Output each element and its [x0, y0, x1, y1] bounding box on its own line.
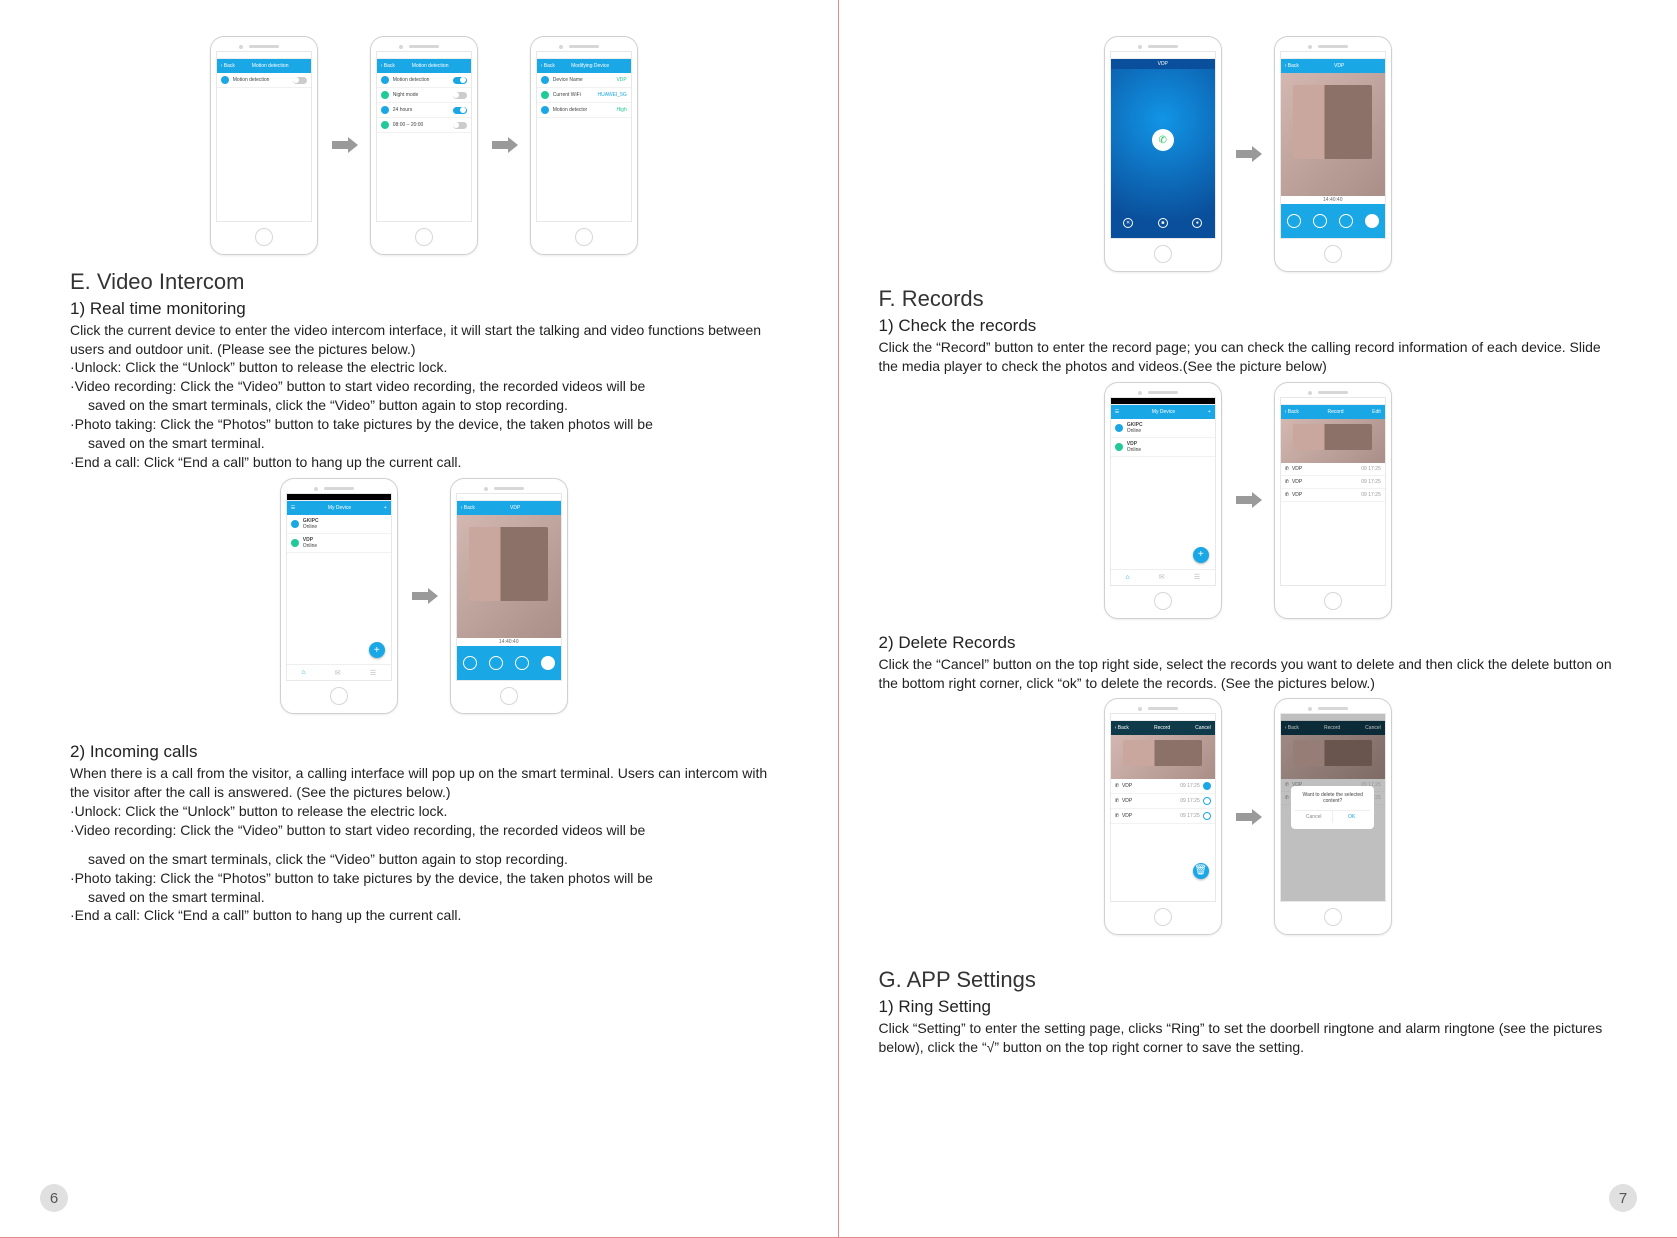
flow-arrow-icon — [1236, 810, 1260, 824]
unlock-icon — [515, 656, 529, 670]
section-e1-body: Click the current device to enter the vi… — [70, 321, 778, 472]
flow-arrow-icon — [1236, 493, 1260, 507]
video-record-icon — [463, 656, 477, 670]
section-e2-body: When there is a call from the visitor, a… — [70, 764, 778, 925]
flow-arrow-icon — [1236, 147, 1260, 161]
section-f2-heading: 2) Delete Records — [879, 633, 1618, 653]
phone-mock-record-select: ‹ BackRecordCancel ✆VDP09 17:25 ✆VDP09 1… — [1104, 698, 1222, 934]
phone-mock-video-intercom: ‹ BackVDP 14:40:40 — [450, 478, 568, 714]
flow-arrow-icon — [332, 138, 356, 152]
delete-fab-icon: 🗑 — [1193, 863, 1209, 879]
section-f2-body: Click the “Cancel” button on the top rig… — [879, 655, 1618, 693]
photo-icon — [489, 656, 503, 670]
figure-motion-detection-flow: ‹ BackMotion detection Motion detection … — [70, 36, 778, 255]
page-number-right: 7 — [1609, 1184, 1637, 1212]
phone-mock-incoming-call: VDP ✆ ✕ ■ ● — [1104, 36, 1222, 272]
section-f-heading: F. Records — [879, 286, 1618, 312]
dialog-ok-button: OK — [1333, 811, 1370, 823]
manual-page-6: ‹ BackMotion detection Motion detection … — [0, 0, 839, 1238]
figure-incoming-call: VDP ✆ ✕ ■ ● ‹ BackVD — [879, 36, 1618, 272]
section-e1-heading: 1) Real time monitoring — [70, 299, 778, 319]
phone-mock-delete-confirm: ‹ BackRecordCancel ✆VDP09 17:25 ✆VDP09 1… — [1274, 698, 1392, 934]
section-g-heading: G. APP Settings — [879, 967, 1618, 993]
phone-mock-intercom-live: ‹ BackVDP 14:40:40 — [1274, 36, 1392, 272]
end-call-icon — [541, 656, 555, 670]
figure-check-records: ☰My Device+ GKIPCOnline VDPOnline + ⌂✉☰ … — [879, 382, 1618, 618]
section-e2-heading: 2) Incoming calls — [70, 742, 778, 762]
flow-arrow-icon — [492, 138, 516, 152]
dialog-cancel-button: Cancel — [1295, 811, 1333, 823]
section-g1-body: Click “Setting” to enter the setting pag… — [879, 1019, 1618, 1057]
figure-delete-records: ‹ BackRecordCancel ✆VDP09 17:25 ✆VDP09 1… — [879, 698, 1618, 934]
phone-mock-device-list: ☰My Device+ GKIPCOnline VDPOnline + ⌂✉☰ — [280, 478, 398, 714]
add-device-fab-icon: + — [1193, 547, 1209, 563]
figure-realtime-monitoring: ☰My Device+ GKIPCOnline VDPOnline + ⌂✉☰ … — [70, 478, 778, 714]
add-device-fab-icon: + — [369, 642, 385, 658]
end-call-icon — [1365, 214, 1379, 228]
camera-icon: ● — [1192, 218, 1202, 228]
hangup-icon: ✕ — [1123, 218, 1133, 228]
phone-mock-modifying-device: ‹ BackModifying Device Device NameVDP Cu… — [530, 36, 638, 255]
manual-page-7: VDP ✆ ✕ ■ ● ‹ BackVD — [839, 0, 1677, 1238]
phone-mock-device-list-2: ☰My Device+ GKIPCOnline VDPOnline + ⌂✉☰ — [1104, 382, 1222, 618]
answer-call-icon: ✆ — [1152, 129, 1174, 151]
section-e-heading: E. Video Intercom — [70, 269, 778, 295]
video-icon: ■ — [1158, 218, 1168, 228]
page-number-left: 6 — [40, 1184, 68, 1212]
unlock-icon — [1339, 214, 1353, 228]
phone-mock-record-list: ‹ BackRecordEdit ✆VDP09 17:25 ✆VDP09 17:… — [1274, 382, 1392, 618]
photo-icon — [1313, 214, 1327, 228]
section-g1-heading: 1) Ring Setting — [879, 997, 1618, 1017]
confirm-dialog: Want to delete the selected content? Can… — [1281, 714, 1385, 900]
flow-arrow-icon — [412, 589, 436, 603]
phone-mock-motion-expanded: ‹ BackMotion detection Motion detection … — [370, 36, 478, 255]
section-f1-body: Click the “Record” button to enter the r… — [879, 338, 1618, 376]
section-f1-heading: 1) Check the records — [879, 316, 1618, 336]
video-record-icon — [1287, 214, 1301, 228]
phone-mock-motion-single: ‹ BackMotion detection Motion detection — [210, 36, 318, 255]
